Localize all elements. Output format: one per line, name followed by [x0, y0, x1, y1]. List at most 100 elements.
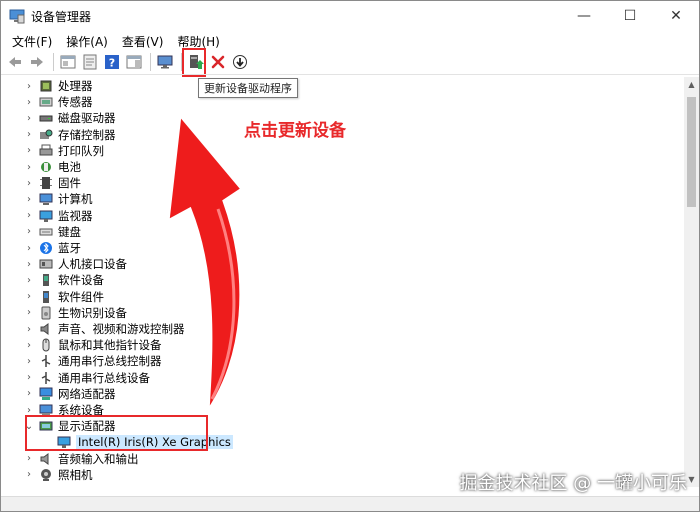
expand-chevron-icon[interactable]: ›: [23, 356, 35, 367]
expand-chevron-icon[interactable]: ›: [23, 226, 35, 237]
expand-chevron-icon[interactable]: ›: [23, 275, 35, 286]
display-adapter-highlight-box: [25, 415, 208, 451]
tree-item-label: 存储控制器: [58, 127, 116, 142]
expand-chevron-icon[interactable]: ›: [23, 291, 35, 302]
menu-file[interactable]: 文件(F): [5, 33, 59, 50]
expand-chevron-icon[interactable]: ›: [23, 145, 35, 156]
tree-item-label: 监视器: [58, 208, 93, 223]
properties-pane-icon[interactable]: [58, 52, 78, 72]
expand-chevron-icon[interactable]: ›: [23, 388, 35, 399]
tree-item[interactable]: › 打印队列: [1, 143, 104, 159]
tree-item-label: 网络适配器: [58, 386, 116, 401]
tree-item[interactable]: › 处理器: [1, 78, 93, 94]
expand-chevron-icon[interactable]: ›: [23, 405, 35, 416]
tree-item[interactable]: › 通用串行总线设备: [1, 370, 150, 386]
battery-icon: [39, 160, 53, 174]
expand-chevron-icon[interactable]: ›: [23, 113, 35, 124]
tree-item[interactable]: › 蓝牙: [1, 240, 81, 256]
expand-chevron-icon[interactable]: ›: [23, 210, 35, 221]
menu-bar: 文件(F) 操作(A) 查看(V) 帮助(H): [1, 31, 699, 51]
sensor-icon: [39, 95, 53, 109]
tree-item[interactable]: › 照相机: [1, 467, 93, 483]
expand-chevron-icon[interactable]: ›: [23, 243, 35, 254]
tree-item-label: 软件组件: [58, 289, 104, 304]
expand-chevron-icon[interactable]: ›: [23, 162, 35, 173]
bluetooth-icon: [39, 241, 53, 255]
toolbar-separator: [150, 53, 151, 71]
tree-item[interactable]: › 通用串行总线控制器: [1, 353, 162, 369]
keyboard-icon: [39, 225, 53, 239]
minimize-button[interactable]: —: [561, 1, 607, 31]
tree-item[interactable]: › 音频输入和输出: [1, 451, 139, 467]
expand-chevron-icon[interactable]: ›: [23, 259, 35, 270]
tree-item[interactable]: › 网络适配器: [1, 386, 116, 402]
tree-item[interactable]: › 计算机: [1, 191, 93, 207]
tree-item[interactable]: › 监视器: [1, 208, 93, 224]
expand-chevron-icon[interactable]: ›: [23, 340, 35, 351]
tree-item[interactable]: › 磁盘驱动器: [1, 110, 116, 126]
update-driver-highlight-box: [182, 48, 206, 77]
expand-chevron-icon[interactable]: ›: [23, 307, 35, 318]
tree-item[interactable]: › 电池: [1, 159, 81, 175]
tree-item-label: 电池: [58, 160, 81, 174]
tree-item-label: 照相机: [58, 467, 93, 482]
scrollbar-thumb[interactable]: [687, 97, 696, 207]
back-icon[interactable]: [5, 52, 25, 72]
help-icon[interactable]: ?: [102, 52, 122, 72]
tree-item-label: 软件设备: [58, 273, 104, 288]
vertical-scrollbar[interactable]: ▲ ▼: [684, 77, 699, 487]
maximize-button[interactable]: ☐: [607, 1, 653, 31]
scan-hardware-icon[interactable]: [230, 52, 250, 72]
expand-chevron-icon[interactable]: ›: [23, 178, 35, 189]
expand-chevron-icon[interactable]: ›: [23, 453, 35, 464]
close-button[interactable]: ✕: [653, 1, 699, 31]
tree-item[interactable]: › 鼠标和其他指针设备: [1, 337, 162, 353]
window-title: 设备管理器: [31, 9, 92, 24]
tree-item-label: 键盘: [58, 224, 81, 239]
forward-icon[interactable]: [27, 52, 47, 72]
watermark: 掘金技术社区 @ 一罐小可乐: [459, 473, 687, 494]
tree-item[interactable]: › 传感器: [1, 94, 93, 110]
show-hide-console-icon[interactable]: [124, 52, 144, 72]
expand-chevron-icon[interactable]: ›: [23, 194, 35, 205]
usb-icon: [39, 354, 53, 368]
title-bar: 设备管理器 — ☐ ✕: [1, 1, 699, 31]
software-component-icon: [39, 290, 53, 304]
scroll-up-icon[interactable]: ▲: [684, 77, 699, 92]
expand-chevron-icon[interactable]: ›: [23, 372, 35, 383]
tree-item[interactable]: › 键盘: [1, 224, 81, 240]
toolbar-divider: [1, 74, 699, 75]
tree-item-label: 磁盘驱动器: [58, 111, 116, 126]
menu-action[interactable]: 操作(A): [59, 33, 115, 50]
tree-item-label: 鼠标和其他指针设备: [58, 338, 162, 353]
storage-controller-icon: [39, 128, 53, 142]
biometric-icon: [39, 306, 53, 320]
monitor-icon[interactable]: [155, 52, 175, 72]
properties-icon[interactable]: [80, 52, 100, 72]
expand-chevron-icon[interactable]: ›: [23, 129, 35, 140]
tree-item-label: 人机接口设备: [58, 257, 127, 272]
usb-device-icon: [39, 371, 53, 385]
camera-icon: [39, 468, 53, 482]
tree-item[interactable]: › 生物识别设备: [1, 305, 127, 321]
svg-text:?: ?: [109, 57, 115, 70]
tree-item-label: 传感器: [58, 95, 93, 110]
tree-item[interactable]: › 软件设备: [1, 272, 104, 288]
tree-item[interactable]: › 人机接口设备: [1, 256, 127, 272]
menu-help[interactable]: 帮助(H): [170, 33, 226, 50]
red-arrow-annotation-icon: [166, 111, 245, 414]
expand-chevron-icon[interactable]: ›: [23, 97, 35, 108]
computer-icon: [39, 192, 53, 206]
expand-chevron-icon[interactable]: ›: [23, 81, 35, 92]
tree-item[interactable]: › 存储控制器: [1, 127, 116, 143]
expand-chevron-icon[interactable]: ›: [23, 324, 35, 335]
sound-icon: [39, 322, 53, 336]
expand-chevron-icon[interactable]: ›: [23, 469, 35, 480]
tree-item[interactable]: › 软件组件: [1, 289, 104, 305]
device-manager-app-icon: [9, 9, 25, 24]
menu-view[interactable]: 查看(V): [115, 33, 171, 50]
toolbar-separator: [53, 53, 54, 71]
mouse-icon: [39, 338, 53, 352]
uninstall-icon[interactable]: [208, 52, 228, 72]
tree-item[interactable]: › 固件: [1, 175, 81, 191]
